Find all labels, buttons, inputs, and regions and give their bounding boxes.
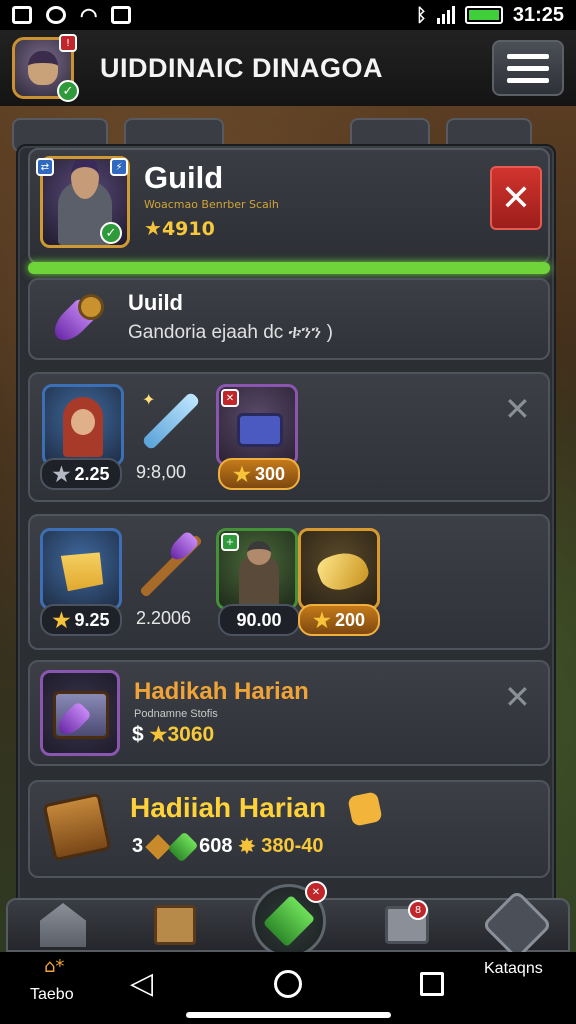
- menu-button[interactable]: [492, 40, 564, 96]
- document-icon: [111, 6, 132, 24]
- hero-portrait-item[interactable]: [42, 384, 124, 466]
- plus-badge-icon: +: [221, 533, 239, 551]
- nav-home-button[interactable]: [28, 900, 98, 950]
- guild-title: Guild: [144, 160, 224, 195]
- guild-score-value: 4910: [161, 218, 215, 240]
- notification-badge: !: [59, 34, 77, 52]
- star-icon: ★: [52, 609, 71, 632]
- verified-check-icon: ✓: [100, 222, 122, 244]
- avatar-face: [28, 51, 58, 85]
- horn-icon[interactable]: [298, 528, 380, 610]
- battery-icon: [464, 6, 503, 24]
- sword-icon[interactable]: ✦: [140, 390, 201, 451]
- right-tab-label: Kataqns: [484, 960, 543, 977]
- forge-icon: [154, 905, 196, 945]
- verified-check-icon: ✓: [57, 80, 79, 102]
- home-tab-icon[interactable]: ⌂*: [44, 956, 64, 977]
- star-icon: ★: [144, 216, 162, 240]
- emerald-icon: [167, 830, 199, 863]
- clock: 31:25: [512, 3, 564, 26]
- gold-shard-item[interactable]: [40, 528, 122, 610]
- nav-center-button[interactable]: ✕: [252, 881, 327, 958]
- item-label: ★ 300: [218, 458, 300, 490]
- castle-icon: [40, 903, 86, 947]
- signal-icon: [436, 6, 455, 24]
- compass-icon: [481, 889, 553, 961]
- star-icon: ★: [149, 724, 168, 746]
- close-button[interactable]: ✕: [490, 166, 542, 230]
- item-label: 90.00: [218, 604, 300, 636]
- crystal-scroll-icon: [48, 294, 108, 348]
- gallery-icon: [46, 6, 66, 24]
- recents-icon[interactable]: [420, 972, 444, 996]
- status-bar: ◠ ᛒ 31:25: [0, 0, 576, 30]
- treasure-chest-icon: [42, 792, 112, 862]
- dismiss-icon[interactable]: ✕: [504, 390, 531, 428]
- lightning-badge-icon: ⚡: [110, 158, 128, 176]
- gesture-pill[interactable]: [186, 1012, 391, 1018]
- nav-compass-button[interactable]: [481, 889, 553, 961]
- guild-subtitle: Woacmao Benrber Scaih: [144, 198, 279, 211]
- bluetooth-icon: ᛒ: [416, 4, 427, 25]
- reward-a-title: Hadikah Harian: [134, 678, 309, 705]
- home-circle-icon[interactable]: [274, 970, 302, 998]
- warrior-portrait-item[interactable]: +: [216, 528, 298, 610]
- nav-shop-button[interactable]: 8: [372, 900, 442, 950]
- guild-row-subtitle: Gandoria ejaah dc ቱንን ): [128, 322, 333, 343]
- coin-icon: [145, 833, 171, 860]
- reward-b-values: 3 608 ✸ 380-40: [132, 830, 324, 863]
- item-value: 2.2006: [136, 608, 192, 628]
- app-title: UIDDINAIC DINAGOA: [100, 52, 383, 83]
- reward-b-title: Hadiiah Harian: [130, 792, 327, 823]
- reward-a-subtitle: Podnamne Stofis: [134, 708, 218, 720]
- item-label: ★ 9.25: [40, 604, 122, 636]
- guild-row-title: Uuild: [128, 290, 183, 315]
- star-icon: ★: [233, 463, 251, 486]
- edit-badge-icon: ⇄: [36, 158, 54, 176]
- star-icon: ★: [313, 609, 331, 632]
- x-badge-icon: ✕: [221, 389, 239, 407]
- item-value: 9:8,00: [136, 462, 187, 482]
- top-bar: ! ✓ UIDDINAIC DINAGOA: [0, 30, 576, 106]
- emerald-icon: [262, 894, 316, 948]
- dismiss-icon[interactable]: ✕: [504, 678, 531, 716]
- notification-icon: [12, 6, 32, 24]
- guild-score: ★4910: [144, 216, 215, 240]
- notification-badge: ✕: [305, 881, 327, 903]
- progress-bar: [28, 262, 550, 274]
- item-label: ★ 200: [298, 604, 380, 636]
- notification-badge: 8: [408, 900, 428, 920]
- home-tab-label: Taebo: [30, 986, 74, 1003]
- nav-forge-button[interactable]: [140, 900, 210, 950]
- armor-icon[interactable]: ✕: [216, 384, 298, 466]
- reward-a-value: $ ★3060: [132, 723, 215, 746]
- back-icon[interactable]: ◁: [130, 966, 153, 1001]
- item-label: ★ 2.25: [40, 458, 122, 490]
- staff-icon[interactable]: [139, 530, 203, 602]
- star-icon: ✸: [238, 836, 256, 858]
- wifi-icon: ◠: [80, 4, 98, 27]
- player-avatar[interactable]: ! ✓: [12, 34, 79, 102]
- treasure-box-icon: [40, 670, 120, 756]
- star-icon: ★: [52, 463, 71, 486]
- menu-icon: [507, 53, 549, 59]
